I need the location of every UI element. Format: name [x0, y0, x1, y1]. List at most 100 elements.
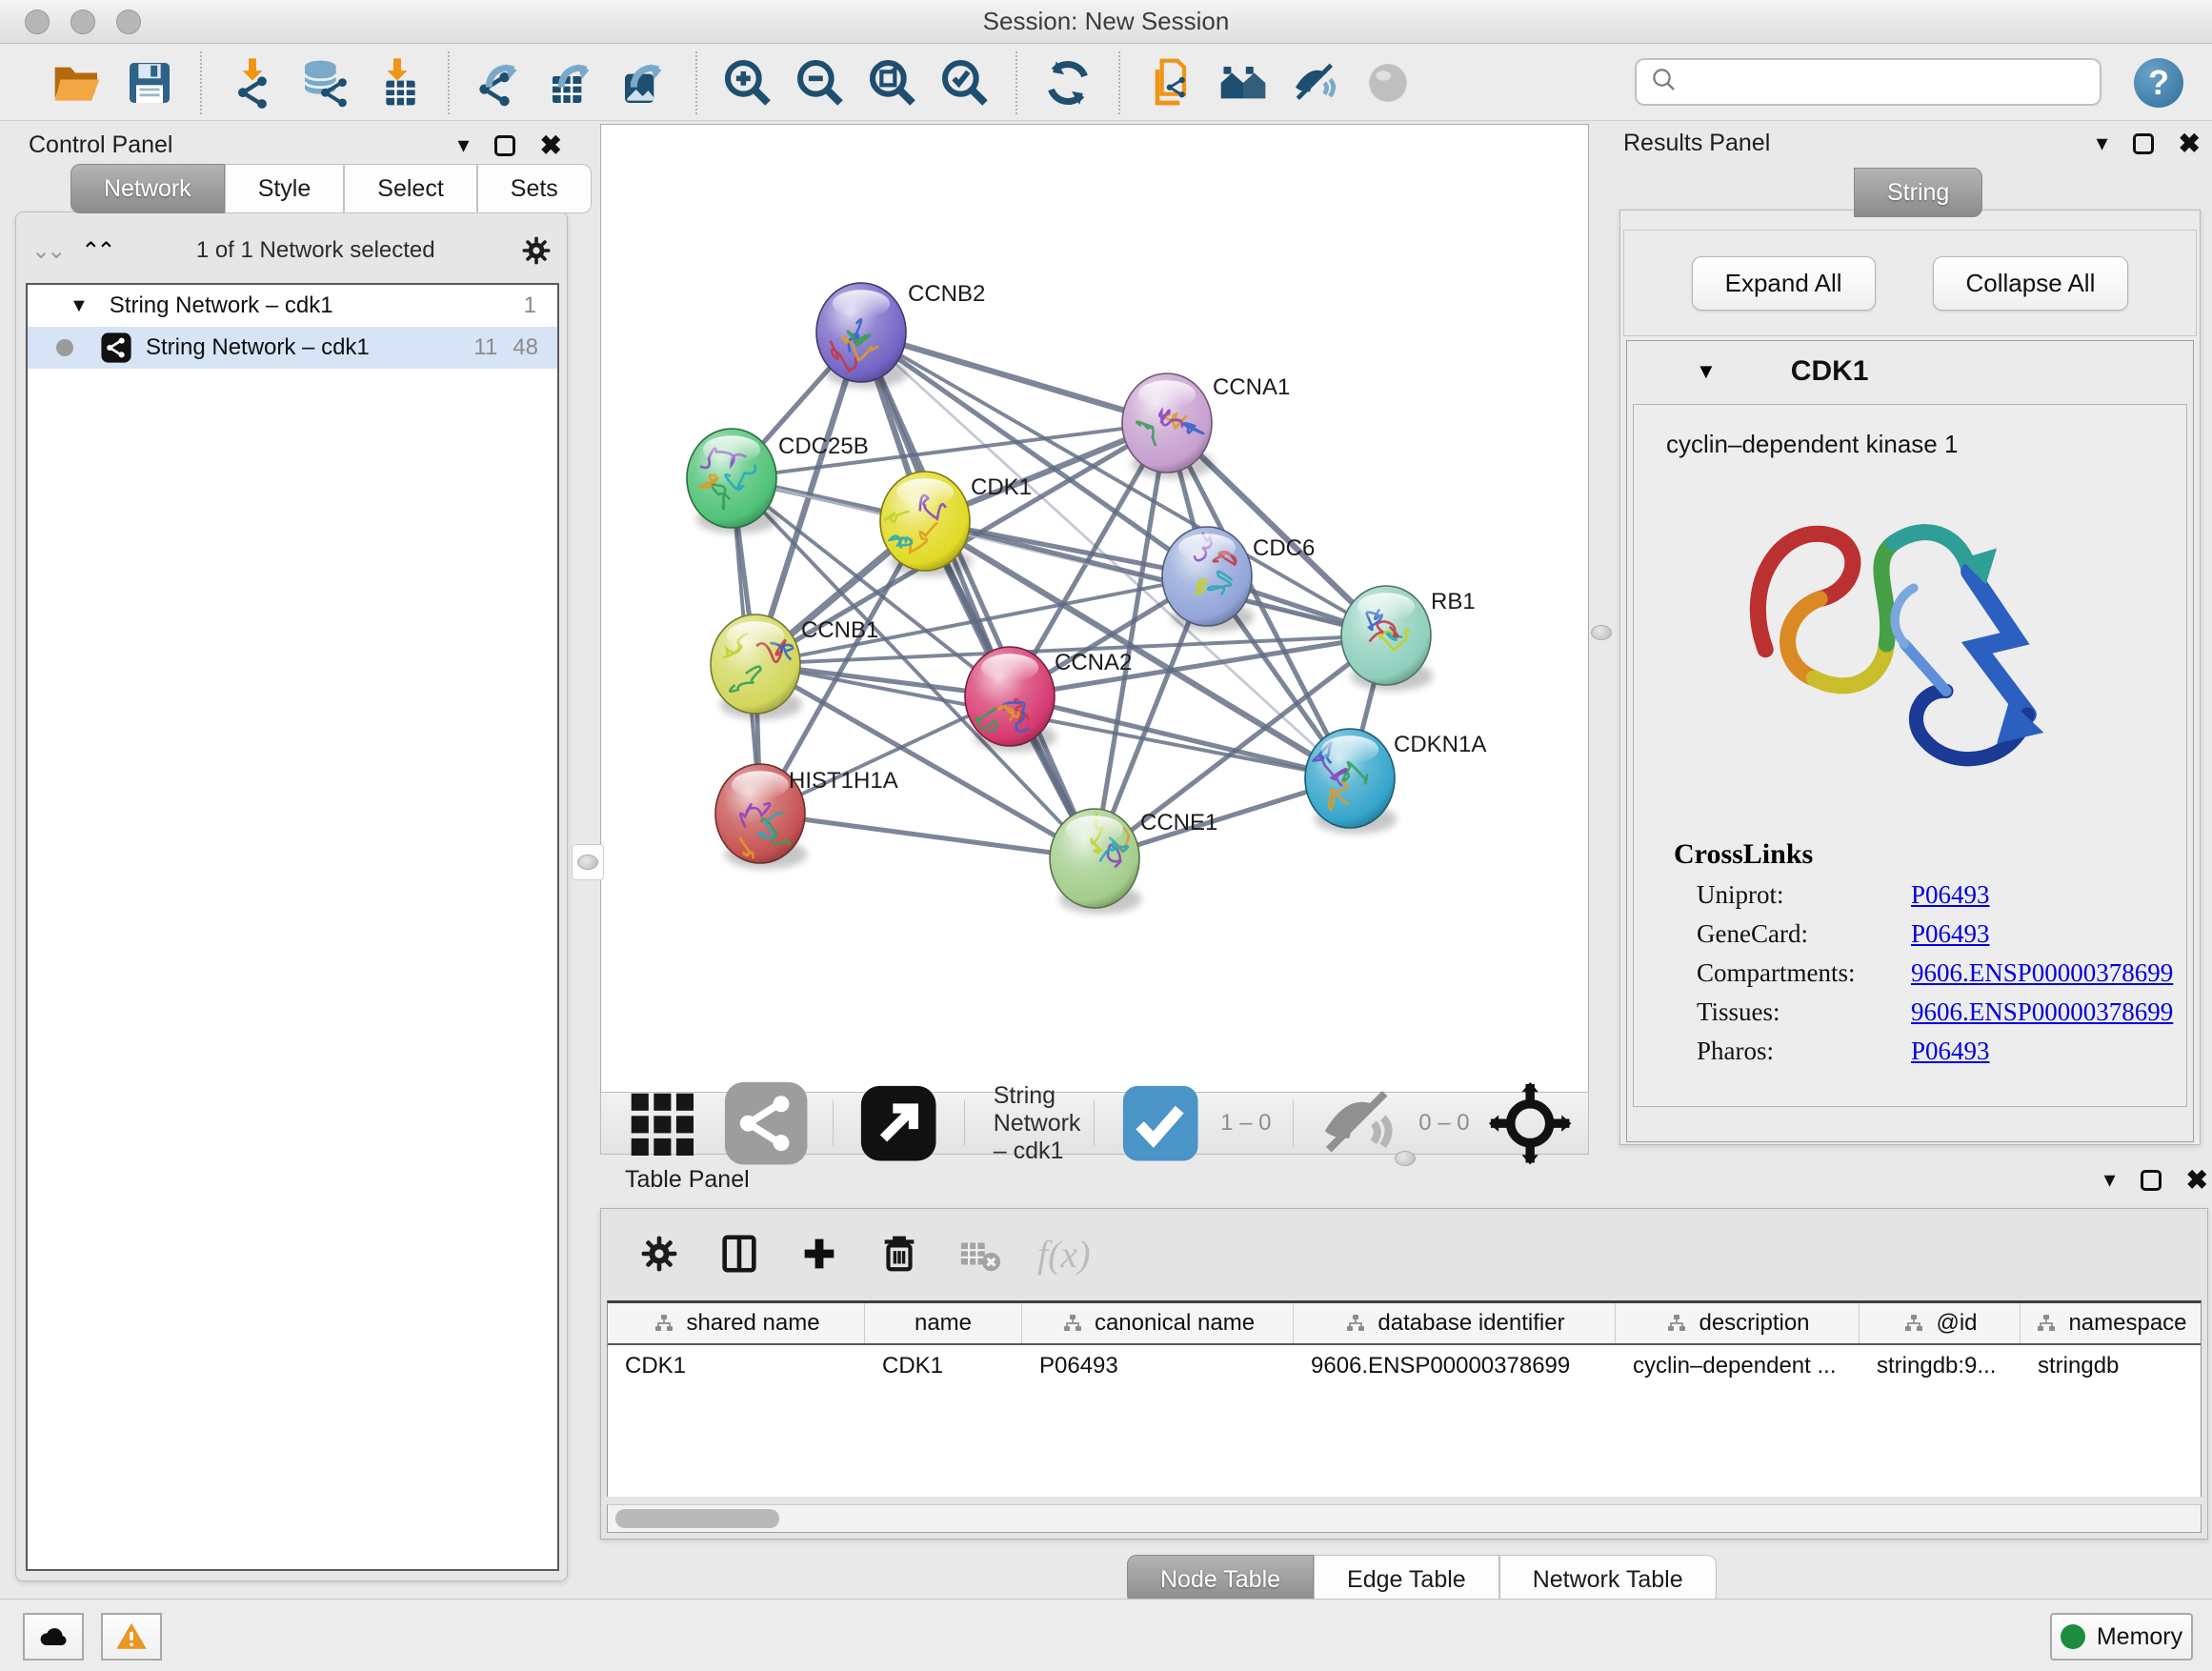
function-builder-icon[interactable]: f(x) — [1037, 1232, 1091, 1277]
close-panel-icon[interactable]: ✖ — [540, 135, 562, 156]
delete-column-icon[interactable] — [877, 1232, 921, 1276]
collapse-all-networks-icon[interactable]: ⌄⌄ — [31, 237, 62, 265]
table-row[interactable]: CDK1CDK1P064939606.ENSP00000378699cyclin… — [608, 1345, 2201, 1387]
network-overview-icon[interactable] — [721, 1078, 811, 1168]
first-neighbors-icon[interactable] — [1212, 51, 1275, 114]
collapse-panel-icon[interactable]: ▾ — [2103, 1166, 2115, 1194]
collapse-panel-icon[interactable]: ▾ — [2096, 130, 2107, 157]
show-graphics-icon[interactable] — [1357, 51, 1419, 114]
section-collapse-icon[interactable]: ▼ — [1696, 359, 1717, 384]
crosslink-link[interactable]: P06493 — [1911, 880, 1990, 910]
hidden-count: 0 – 0 — [1418, 1110, 1469, 1137]
zoom-window-button[interactable] — [116, 10, 141, 34]
control-panel-title: Control Panel — [29, 131, 172, 159]
column-header-@id[interactable]: @id — [1860, 1303, 2021, 1343]
minimize-window-button[interactable] — [70, 10, 95, 34]
import-network-database-icon[interactable] — [293, 51, 356, 114]
hide-selected-icon[interactable] — [1284, 51, 1347, 114]
network-view-canvas[interactable]: CCNB2CCNA1CDC25BCDK1CDC6RB1CCNB1CCNA2CDK… — [600, 124, 1589, 1092]
network-node[interactable] — [1162, 527, 1254, 632]
network-node[interactable] — [965, 647, 1056, 752]
network-node[interactable] — [1050, 809, 1141, 914]
tree-expander-icon[interactable]: ▼ — [70, 295, 89, 317]
table-horizontal-scrollbar[interactable] — [607, 1504, 2202, 1533]
import-table-icon[interactable] — [366, 51, 429, 114]
tab-node-table[interactable]: Node Table — [1127, 1555, 1314, 1604]
add-column-icon[interactable] — [797, 1232, 841, 1276]
float-panel-icon[interactable] — [2141, 1170, 2162, 1191]
crosslink-link[interactable]: P06493 — [1911, 1037, 1990, 1066]
cloud-button[interactable] — [23, 1613, 84, 1661]
expand-all-button[interactable]: Expand All — [1692, 256, 1876, 311]
network-status-dot-icon — [56, 339, 73, 356]
export-image-icon[interactable] — [613, 51, 676, 114]
column-header-database-identifier[interactable]: database identifier — [1294, 1303, 1616, 1343]
network-node[interactable] — [880, 472, 972, 576]
left-splitter-handle[interactable] — [577, 855, 598, 870]
column-header-description[interactable]: description — [1616, 1303, 1860, 1343]
zoom-out-icon[interactable] — [789, 51, 852, 114]
column-header-namespace[interactable]: namespace — [2021, 1303, 2202, 1343]
search-input[interactable] — [1688, 69, 2100, 95]
collapse-all-button[interactable]: Collapse All — [1933, 256, 2129, 311]
network-edge[interactable] — [861, 332, 1167, 423]
current-network-title: String Network – cdk1 — [994, 1082, 1081, 1165]
network-node[interactable] — [1122, 373, 1214, 478]
network-edge[interactable] — [760, 814, 1095, 858]
network-node[interactable] — [711, 614, 802, 719]
selected-items-checkbox[interactable] — [1116, 1078, 1205, 1168]
zoom-selected-icon[interactable] — [934, 51, 996, 114]
collapse-panel-icon[interactable]: ▾ — [457, 131, 469, 159]
open-file-icon[interactable] — [46, 51, 109, 114]
network-node[interactable] — [1341, 586, 1433, 691]
network-options-gear-icon[interactable] — [519, 233, 553, 268]
tab-edge-table[interactable]: Edge Table — [1314, 1555, 1499, 1604]
crosslink-link[interactable]: 9606.ENSP00000378699 — [1911, 958, 2173, 988]
expand-all-networks-icon[interactable]: ⌃⌃ — [81, 237, 111, 265]
tab-select[interactable]: Select — [344, 164, 476, 213]
network-node[interactable] — [816, 283, 908, 388]
network-node[interactable] — [1305, 729, 1397, 834]
column-header-shared-name[interactable]: shared name — [608, 1303, 865, 1343]
column-header-canonical-name[interactable]: canonical name — [1022, 1303, 1294, 1343]
tab-string[interactable]: String — [1854, 168, 1982, 217]
scrollbar-thumb[interactable] — [615, 1509, 779, 1528]
clone-network-icon[interactable] — [1139, 51, 1202, 114]
crosslink-link[interactable]: P06493 — [1911, 919, 1990, 949]
crosslink-link[interactable]: 9606.ENSP00000378699 — [1911, 997, 2173, 1027]
zoom-in-icon[interactable] — [716, 51, 779, 114]
delete-table-icon[interactable] — [957, 1232, 1001, 1276]
export-network-icon[interactable] — [469, 51, 532, 114]
column-header-name[interactable]: name — [865, 1303, 1022, 1343]
float-panel-icon[interactable] — [2133, 133, 2154, 154]
float-panel-icon[interactable] — [494, 135, 515, 156]
detach-view-icon[interactable] — [854, 1078, 943, 1168]
network-node[interactable] — [687, 429, 778, 534]
column-label: database identifier — [1377, 1310, 1564, 1337]
refresh-layout-icon[interactable] — [1036, 51, 1099, 114]
export-table-icon[interactable] — [541, 51, 604, 114]
split-columns-icon[interactable] — [717, 1232, 761, 1276]
network-row[interactable]: String Network – cdk1 11 48 — [28, 327, 557, 369]
table-settings-icon[interactable] — [637, 1232, 681, 1276]
crosslink-label: Tissues: — [1697, 997, 1911, 1027]
birds-eye-view-icon[interactable] — [616, 1078, 706, 1168]
save-session-icon[interactable] — [118, 51, 181, 114]
warnings-button[interactable] — [101, 1613, 162, 1661]
network-collection-row[interactable]: ▼ String Network – cdk1 1 — [28, 285, 557, 327]
close-window-button[interactable] — [25, 10, 50, 34]
tab-network[interactable]: Network — [70, 164, 225, 213]
tab-network-table[interactable]: Network Table — [1499, 1555, 1717, 1604]
table-cell: CDK1 — [865, 1345, 1022, 1387]
hidden-items-icon[interactable] — [1314, 1078, 1403, 1168]
close-panel-icon[interactable]: ✖ — [2179, 133, 2201, 154]
tab-style[interactable]: Style — [225, 164, 345, 213]
node-label: CDC6 — [1253, 535, 1315, 561]
help-button[interactable]: ? — [2134, 58, 2183, 108]
fit-content-crosshair-icon[interactable] — [1485, 1078, 1575, 1168]
zoom-fit-icon[interactable] — [861, 51, 924, 114]
tab-sets[interactable]: Sets — [477, 164, 592, 213]
close-panel-icon[interactable]: ✖ — [2186, 1170, 2208, 1191]
memory-button[interactable]: Memory — [2050, 1613, 2193, 1661]
import-network-icon[interactable] — [221, 51, 284, 114]
